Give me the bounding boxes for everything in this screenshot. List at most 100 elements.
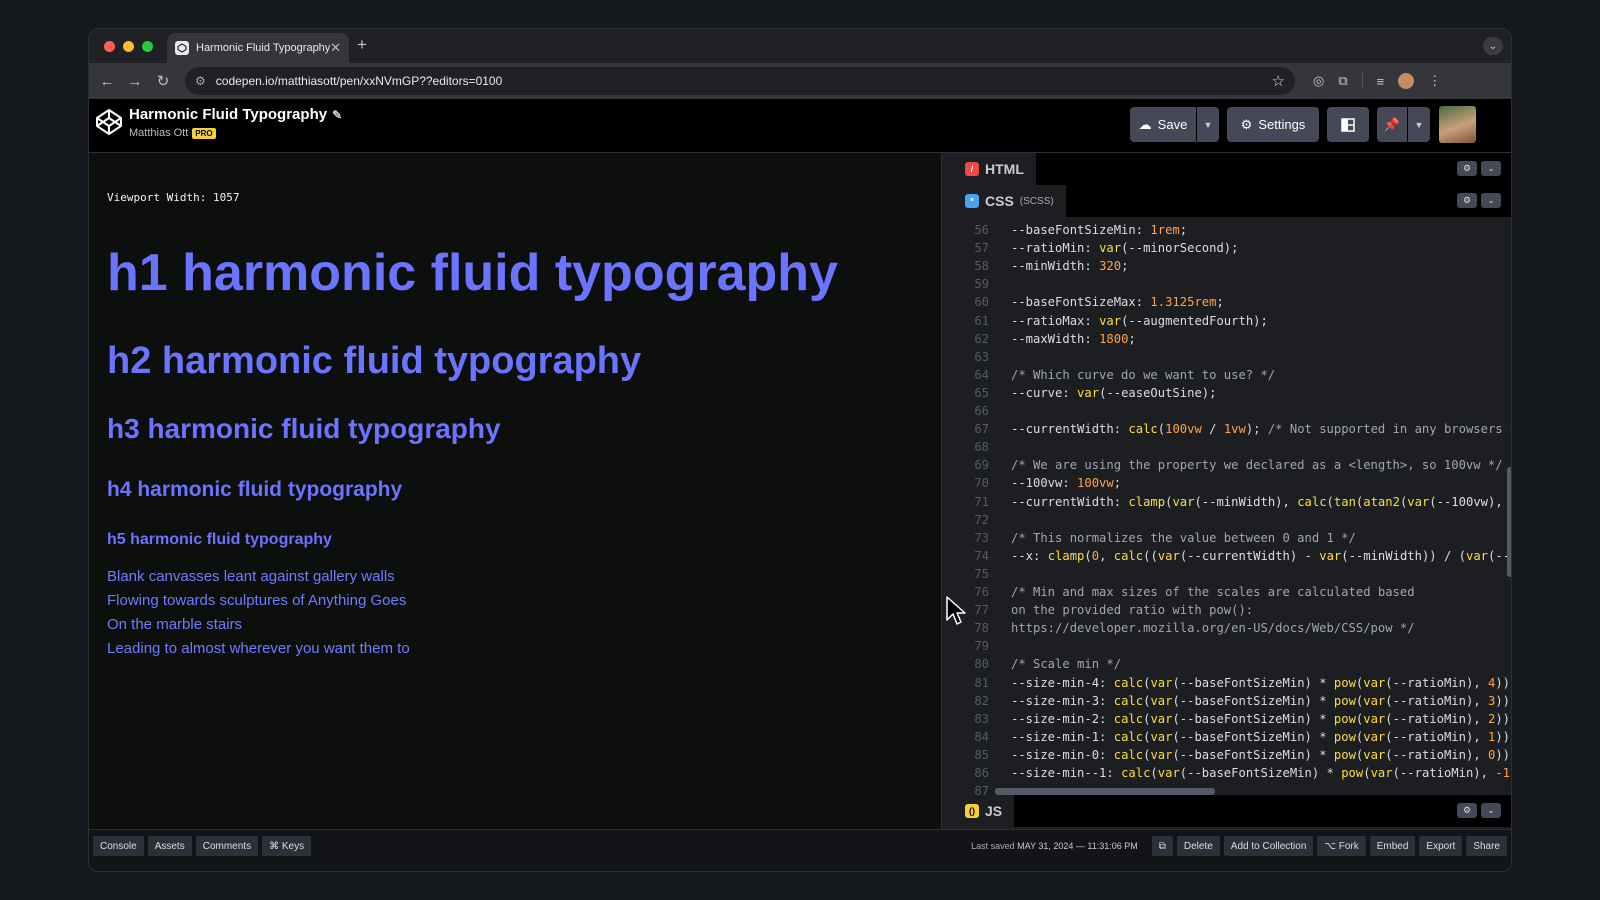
tab-html[interactable]: / HTML bbox=[955, 153, 1036, 185]
code-line[interactable]: 80 /* Scale min */ bbox=[955, 655, 1511, 673]
code-line[interactable]: 66 bbox=[955, 402, 1511, 420]
embed-button[interactable]: Embed bbox=[1369, 836, 1416, 856]
extensions-puzzle-icon[interactable]: ⧉ bbox=[1338, 73, 1347, 89]
tab-css[interactable]: * CSS (SCSS) bbox=[955, 185, 1066, 217]
code-text: --size-min-2: calc(var(--baseFontSizeMin… bbox=[1011, 710, 1511, 728]
browser-menu-icon[interactable]: ⋮ bbox=[1428, 73, 1441, 89]
code-horizontal-scrollbar[interactable] bbox=[995, 788, 1215, 795]
reading-list-icon[interactable]: ≡ bbox=[1377, 74, 1385, 89]
export-button[interactable]: Export bbox=[1419, 836, 1463, 856]
comments-button[interactable]: Comments bbox=[195, 836, 259, 856]
code-line[interactable]: 67 --currentWidth: calc(100vw / 1vw); /* … bbox=[955, 420, 1511, 438]
line-number: 85 bbox=[974, 747, 989, 762]
code-line[interactable]: 57 --ratioMin: var(--minorSecond); bbox=[955, 239, 1511, 257]
line-number: 62 bbox=[974, 331, 989, 346]
code-token: )); bbox=[1495, 747, 1511, 762]
share-button[interactable]: Share bbox=[1466, 836, 1507, 856]
line-number: 80 bbox=[974, 657, 989, 672]
pen-title[interactable]: Harmonic Fluid Typography ✎ bbox=[129, 106, 342, 123]
code-line[interactable]: 73 /* This normalizes the value between 0… bbox=[955, 529, 1511, 547]
code-line[interactable]: 84 --size-min-1: calc(var(--baseFontSizeM… bbox=[955, 728, 1511, 746]
reload-icon[interactable]: ↻ bbox=[149, 72, 177, 90]
settings-button[interactable]: ⚙ Settings bbox=[1227, 107, 1319, 142]
fork-button[interactable]: ⌥ Fork bbox=[1317, 836, 1366, 856]
pin-button[interactable]: 📌 bbox=[1377, 107, 1407, 142]
code-token: var bbox=[1157, 548, 1180, 563]
code-line[interactable]: 61 --ratioMax: var(--augmentedFourth); bbox=[955, 312, 1511, 330]
code-line[interactable]: 62 --maxWidth: 1800; bbox=[955, 330, 1511, 348]
code-token: var bbox=[1363, 729, 1386, 744]
browser-tab[interactable]: Harmonic Fluid Typography ✕ bbox=[167, 33, 349, 63]
code-line[interactable]: 82 --size-min-3: calc(var(--baseFontSizeM… bbox=[955, 692, 1511, 710]
code-line[interactable]: 75 bbox=[955, 565, 1511, 583]
code-line[interactable]: 76/* Min and max sizes of the scales are… bbox=[955, 583, 1511, 601]
edit-pencil-icon[interactable]: ✎ bbox=[332, 108, 342, 122]
code-line[interactable]: 78 https://developer.mozilla.org/en-US/do… bbox=[955, 619, 1511, 637]
code-line[interactable]: 71 --currentWidth: clamp(var(--minWidth),… bbox=[955, 493, 1511, 511]
pane-resize-handle[interactable] bbox=[941, 153, 955, 829]
save-dropdown-chevron-icon[interactable]: ▼ bbox=[1197, 107, 1219, 142]
profile-avatar-icon[interactable] bbox=[1398, 73, 1415, 89]
code-line[interactable]: 77 on the provided ratio with pow(): bbox=[955, 601, 1511, 619]
close-window-button[interactable] bbox=[104, 41, 115, 52]
code-line[interactable]: 63 bbox=[955, 348, 1511, 366]
site-info-icon[interactable]: ⚙ bbox=[195, 74, 206, 88]
code-line[interactable]: 81 --size-min-4: calc(var(--baseFontSizeM… bbox=[955, 674, 1511, 692]
minimize-window-button[interactable] bbox=[123, 41, 134, 52]
code-token: clamp bbox=[1047, 548, 1085, 563]
code-line[interactable]: 83 --size-min-2: calc(var(--baseFontSizeM… bbox=[955, 710, 1511, 728]
forward-icon[interactable]: → bbox=[121, 73, 149, 90]
close-tab-icon[interactable]: ✕ bbox=[330, 40, 341, 56]
css-code-editor[interactable]: 87 86 --size-min--1: calc(var(--baseFontSi… bbox=[955, 217, 1511, 795]
code-line[interactable]: 79 bbox=[955, 637, 1511, 655]
delete-button[interactable]: Delete bbox=[1176, 836, 1220, 856]
code-line[interactable]: 60 --baseFontSizeMax: 1.3125rem; bbox=[955, 293, 1511, 311]
code-token: atan2 bbox=[1363, 494, 1400, 509]
code-line[interactable]: 64 /* Which curve do we want to use? */ bbox=[955, 366, 1511, 384]
bookmark-star-icon[interactable]: ☆ bbox=[1272, 72, 1285, 90]
code-vertical-scrollbar[interactable] bbox=[1507, 467, 1511, 577]
code-line[interactable]: 86 --size-min--1: calc(var(--baseFontSize… bbox=[955, 764, 1511, 782]
code-line[interactable]: 69 /* We are using the property we declar… bbox=[955, 456, 1511, 474]
console-button[interactable]: Console bbox=[93, 836, 144, 856]
pin-dropdown-chevron-icon[interactable]: ▼ bbox=[1408, 107, 1430, 142]
author-name[interactable]: Matthias Ott bbox=[129, 127, 188, 139]
user-avatar[interactable] bbox=[1439, 106, 1476, 143]
code-line[interactable]: 56 --baseFontSizeMin: 1rem; bbox=[955, 221, 1511, 239]
tab-js[interactable]: () JS bbox=[955, 795, 1015, 827]
code-line[interactable]: 68 bbox=[955, 438, 1511, 456]
new-tab-icon[interactable]: + bbox=[357, 35, 367, 55]
code-text: https://developer.mozilla.org/en-US/docs… bbox=[1011, 619, 1415, 637]
extension-eye-icon[interactable]: ◎ bbox=[1313, 73, 1324, 89]
tab-search-chevron-icon[interactable]: ⌄ bbox=[1483, 37, 1503, 55]
js-collapse-chevron-icon[interactable]: ⌄ bbox=[1481, 803, 1501, 818]
code-line[interactable]: 72 bbox=[955, 511, 1511, 529]
code-text: /* Min and max sizes of the scales are c… bbox=[1011, 583, 1415, 601]
assets-button[interactable]: Assets bbox=[147, 836, 192, 856]
code-line[interactable]: 58 --minWidth: 320; bbox=[955, 257, 1511, 275]
code-text: --x: clamp(0, calc((var(--currentWidth) … bbox=[1011, 547, 1511, 565]
codepen-logo-icon[interactable] bbox=[94, 107, 124, 137]
html-collapse-chevron-icon[interactable]: ⌄ bbox=[1481, 161, 1501, 176]
css-settings-gear-icon[interactable]: ⚙ bbox=[1457, 193, 1477, 208]
maximize-window-button[interactable] bbox=[142, 41, 153, 52]
code-line[interactable]: 65 --curve: var(--easeOutSine); bbox=[955, 384, 1511, 402]
keys-button[interactable]: ⌘ Keys bbox=[262, 836, 312, 856]
line-number: 68 bbox=[974, 440, 989, 455]
code-line[interactable]: 70 --100vw: 100vw; bbox=[955, 474, 1511, 492]
css-collapse-chevron-icon[interactable]: ⌄ bbox=[1481, 193, 1501, 208]
change-view-button[interactable] bbox=[1327, 107, 1369, 142]
add-to-collection-button[interactable]: Add to Collection bbox=[1223, 836, 1314, 856]
code-line[interactable]: 85 --size-min-0: calc(var(--baseFontSizeM… bbox=[955, 746, 1511, 764]
save-button[interactable]: ☁ Save bbox=[1130, 107, 1196, 142]
address-bar[interactable]: ⚙ codepen.io/matthiasott/pen/xxNVmGP??ed… bbox=[185, 67, 1295, 95]
back-icon[interactable]: ← bbox=[93, 73, 121, 90]
open-external-icon[interactable]: ⧉ bbox=[1151, 836, 1173, 856]
code-line[interactable]: 74 --x: clamp(0, calc((var(--currentWidth… bbox=[955, 547, 1511, 565]
bottom-left-buttons: Console Assets Comments ⌘ Keys bbox=[93, 836, 312, 856]
js-settings-gear-icon[interactable]: ⚙ bbox=[1457, 803, 1477, 818]
code-token: (--minWidth)) / ( bbox=[1341, 548, 1466, 563]
code-token: --size-min-4: bbox=[1011, 675, 1114, 690]
code-line[interactable]: 59 bbox=[955, 275, 1511, 293]
html-settings-gear-icon[interactable]: ⚙ bbox=[1457, 161, 1477, 176]
